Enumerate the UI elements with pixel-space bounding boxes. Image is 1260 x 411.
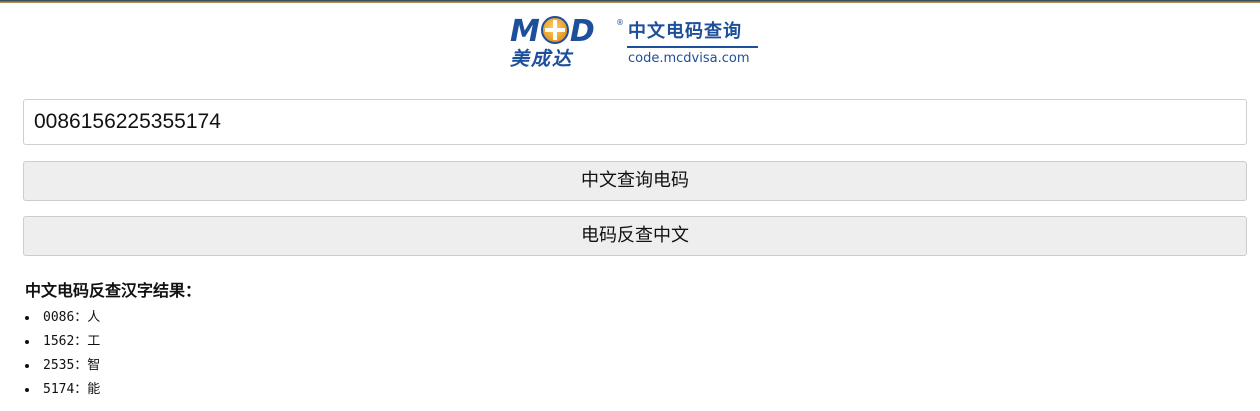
result-item: 5174：能 [25,378,100,402]
logo-title: 中文电码查询 [628,21,742,42]
result-list: 0086：人 1562：工 2535：智 5174：能 [25,306,100,402]
logo-brand-letter-m: M [510,14,540,49]
logo-url: code.mcdvisa.com [628,51,750,66]
logo-brand-mark: MD [510,16,595,48]
logo-chinese-name: 美成达 [510,48,574,70]
result-title: 中文电码反查汉字结果： [25,281,202,300]
result-item: 1562：工 [25,330,100,354]
result-item: 0086：人 [25,306,100,330]
site-logo[interactable]: MD ® 美成达 中文电码查询 code.mcdvisa.com [510,16,760,72]
registered-mark: ® [616,18,624,27]
cn-to-code-button[interactable]: 中文查询电码 [23,161,1247,201]
logo-brand-letter-d: D [569,14,595,49]
code-to-cn-button[interactable]: 电码反查中文 [23,216,1247,256]
result-item: 2535：智 [25,354,100,378]
top-accent-bar [0,0,1260,3]
code-input[interactable] [23,99,1247,145]
logo-divider [627,46,758,48]
logo-crosshair-icon [540,16,569,44]
